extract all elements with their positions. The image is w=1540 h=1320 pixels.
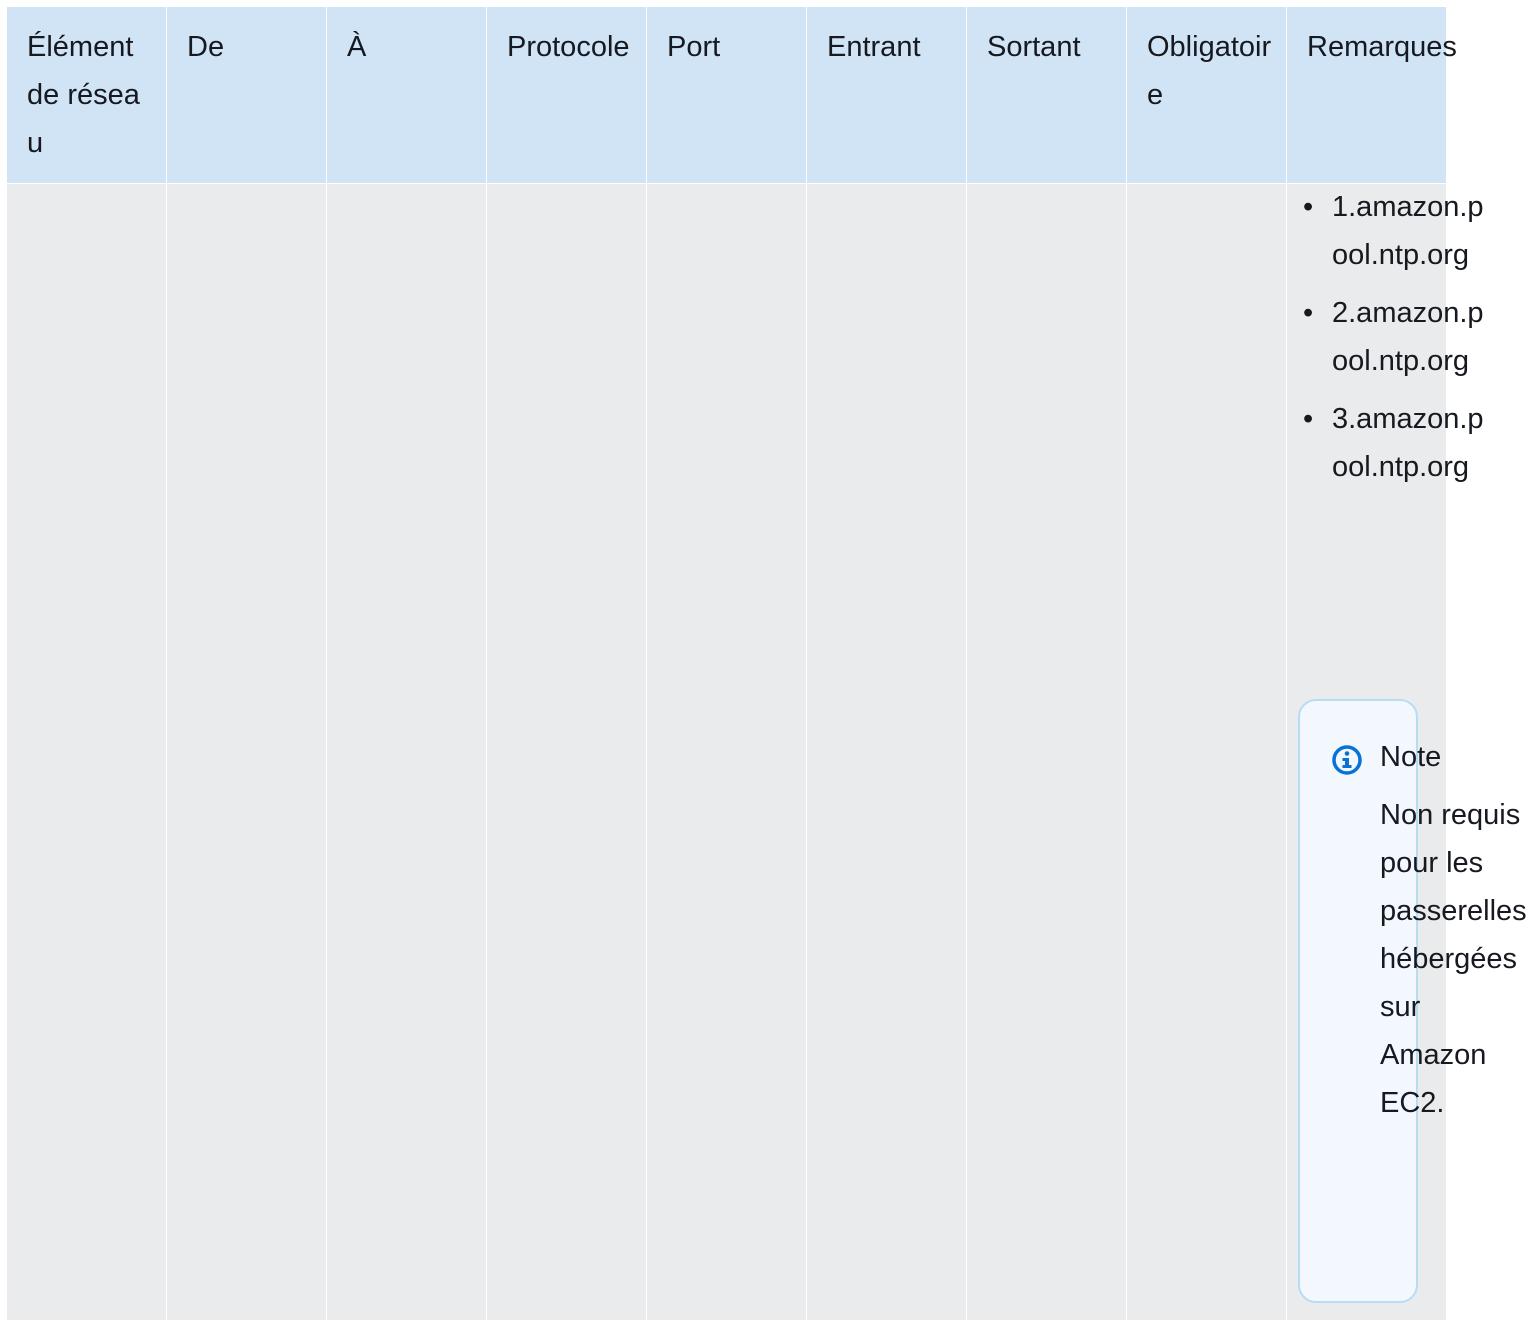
header-required: Obligatoire [1147,31,1272,111]
note-text: Non requis pour les passerelles hébergée… [1380,799,1527,1119]
list-item: • 1.amazon.pool.ntp.org [1303,191,1484,271]
ntp-host-list: • 1.amazon.pool.ntp.org • 2.amazon.pool.nt… [1280,183,1540,501]
header-inbound: Entrant [827,31,921,63]
header-protocol: Protocole [507,31,630,63]
ntp-host: 2.amazon.pool.ntp.org [1332,297,1484,377]
header-to: À [347,31,367,63]
header-network-element: Élément de réseau [27,31,140,159]
info-icon [1332,745,1362,775]
table-row [7,184,1446,1320]
column-separator [1126,7,1127,1320]
column-separator [646,7,647,1320]
header-port: Port [667,31,721,63]
list-item: • 2.amazon.pool.ntp.org [1303,297,1484,377]
header-remarks: Remarques [1307,31,1457,63]
ntp-host: 1.amazon.pool.ntp.org [1332,191,1484,271]
column-separator [326,7,327,1320]
network-requirements-table: Élément de réseau De À Protocole Port En… [7,7,1457,1320]
header-from: De [187,31,225,63]
column-separator [966,7,967,1320]
column-separator [806,7,807,1320]
ntp-host: 3.amazon.pool.ntp.org [1332,403,1484,483]
column-separator [486,7,487,1320]
header-outbound: Sortant [987,31,1081,63]
column-separator [166,7,167,1320]
list-item: • 3.amazon.pool.ntp.org [1303,403,1484,483]
note-title: Note [1380,741,1442,773]
